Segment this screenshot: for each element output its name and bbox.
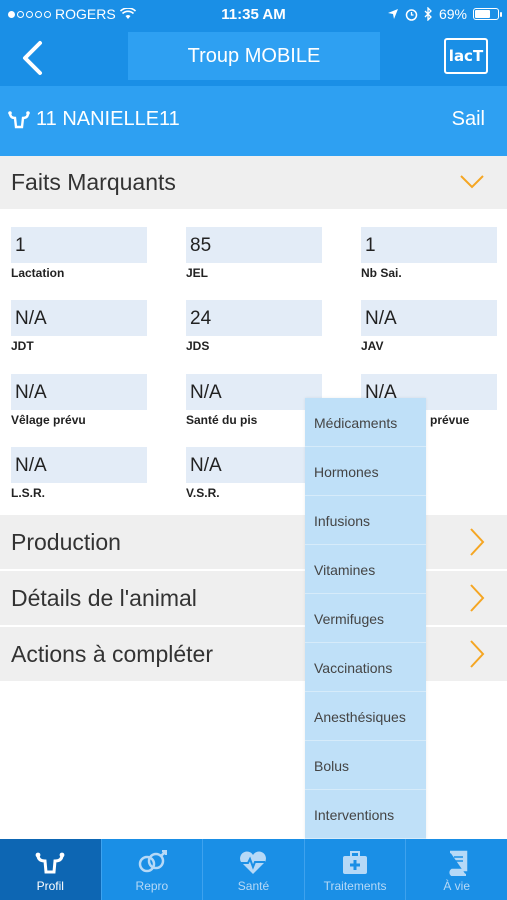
animal-name-group: 11 NANIELLE11: [8, 108, 180, 131]
heart-pulse-icon: [237, 850, 269, 876]
field-lsr[interactable]: N/A L.S.R.: [11, 447, 147, 500]
field-value: 85: [186, 227, 322, 263]
chevron-right-icon: [470, 584, 485, 612]
section-title: Faits Marquants: [11, 169, 176, 195]
field-lactation[interactable]: 1 Lactation: [11, 227, 147, 280]
section-actions[interactable]: Actions à compléter: [0, 627, 507, 681]
lact-logo[interactable]: lacT: [444, 38, 488, 74]
chevron-right-icon: [470, 528, 485, 556]
medkit-icon: [339, 850, 371, 876]
field-jdt[interactable]: N/A JDT: [11, 300, 147, 353]
animal-header: 11 NANIELLE11 Sail: [0, 86, 507, 156]
treatments-dropdown-menu: Médicaments Hormones Infusions Vitamines…: [305, 398, 426, 839]
back-arrow-icon[interactable]: [18, 40, 48, 76]
field-value: N/A: [11, 300, 147, 336]
tab-label: Profil: [36, 879, 64, 893]
field-label: JDT: [11, 339, 34, 353]
tab-traitements[interactable]: Traitements: [303, 839, 406, 900]
bottom-tab-bar: Profil Repro Santé Traitements À vie: [0, 839, 507, 900]
field-label: Nb Sai.: [361, 266, 402, 280]
field-jav[interactable]: N/A JAV: [361, 300, 497, 353]
tab-sante[interactable]: Santé: [202, 839, 304, 900]
location-icon: [387, 9, 398, 19]
menu-item-vitamines[interactable]: Vitamines: [305, 545, 426, 594]
field-label: V.S.R.: [186, 486, 220, 500]
field-jds[interactable]: 24 JDS: [186, 300, 322, 353]
field-label: JDS: [186, 339, 210, 353]
field-value: 1: [361, 227, 497, 263]
section-label: Actions à compléter: [11, 641, 213, 667]
field-value: 1: [11, 227, 147, 263]
alarm-icon: [405, 8, 418, 21]
field-value: N/A: [186, 374, 322, 410]
field-vsr[interactable]: N/A V.S.R.: [186, 447, 322, 500]
field-label: JEL: [186, 266, 209, 280]
gender-icon: [136, 850, 168, 876]
chevron-right-icon: [470, 640, 485, 668]
animal-name: 11 NANIELLE11: [36, 108, 180, 130]
field-value: N/A: [11, 374, 147, 410]
field-value: N/A: [186, 447, 322, 483]
top-bar: ROGERS 11:35 AM 69% Troup MOBILE lacT: [0, 0, 507, 86]
section-production[interactable]: Production: [0, 515, 507, 569]
menu-item-hormones[interactable]: Hormones: [305, 447, 426, 496]
tab-label: Traitements: [323, 879, 387, 893]
tab-label: À vie: [443, 879, 471, 893]
book-icon: [441, 850, 473, 876]
field-sante-du-pis[interactable]: N/A Santé du pis: [186, 374, 322, 427]
uterus-icon: [34, 850, 66, 876]
section-label: Production: [11, 529, 121, 555]
uterus-icon: [8, 110, 30, 128]
section-label: Détails de l'animal: [11, 585, 197, 611]
menu-item-bolus[interactable]: Bolus: [305, 741, 426, 790]
field-value: 24: [186, 300, 322, 336]
tab-label: Repro: [135, 879, 169, 893]
bluetooth-icon: [424, 7, 432, 21]
status-right: 69%: [387, 6, 502, 22]
field-nb-sai[interactable]: 1 Nb Sai.: [361, 227, 497, 280]
field-label: L.S.R.: [11, 486, 46, 500]
field-label: Santé du pis: [186, 413, 258, 427]
tab-label: Santé: [237, 879, 270, 893]
status-bar: ROGERS 11:35 AM 69%: [0, 0, 507, 28]
field-value: N/A: [11, 447, 147, 483]
tab-profil[interactable]: Profil: [0, 839, 101, 900]
section-details-animal[interactable]: Détails de l'animal: [0, 571, 507, 625]
menu-item-vaccinations[interactable]: Vaccinations: [305, 643, 426, 692]
faits-marquants-header[interactable]: Faits Marquants: [0, 156, 507, 209]
field-label: Lactation: [11, 266, 65, 280]
menu-item-vermifuges[interactable]: Vermifuges: [305, 594, 426, 643]
animal-status: Sail: [451, 108, 485, 130]
field-label: JAV: [361, 339, 384, 353]
menu-item-interventions[interactable]: Interventions: [305, 790, 426, 839]
menu-item-medicaments[interactable]: Médicaments: [305, 398, 426, 447]
battery-icon: [473, 8, 502, 20]
field-jel[interactable]: 85 JEL: [186, 227, 322, 280]
page-title: Troup MOBILE: [128, 32, 380, 80]
tab-repro[interactable]: Repro: [100, 839, 203, 900]
battery-percent: 69%: [438, 6, 467, 22]
tab-a-vie[interactable]: À vie: [405, 839, 507, 900]
menu-item-anesthesiques[interactable]: Anesthésiques: [305, 692, 426, 741]
menu-item-infusions[interactable]: Infusions: [305, 496, 426, 545]
field-label: Vêlage prévu: [11, 413, 86, 427]
field-velage-prevu[interactable]: N/A Vêlage prévu: [11, 374, 147, 427]
chevron-down-icon: [460, 175, 484, 189]
field-value: N/A: [361, 300, 497, 336]
